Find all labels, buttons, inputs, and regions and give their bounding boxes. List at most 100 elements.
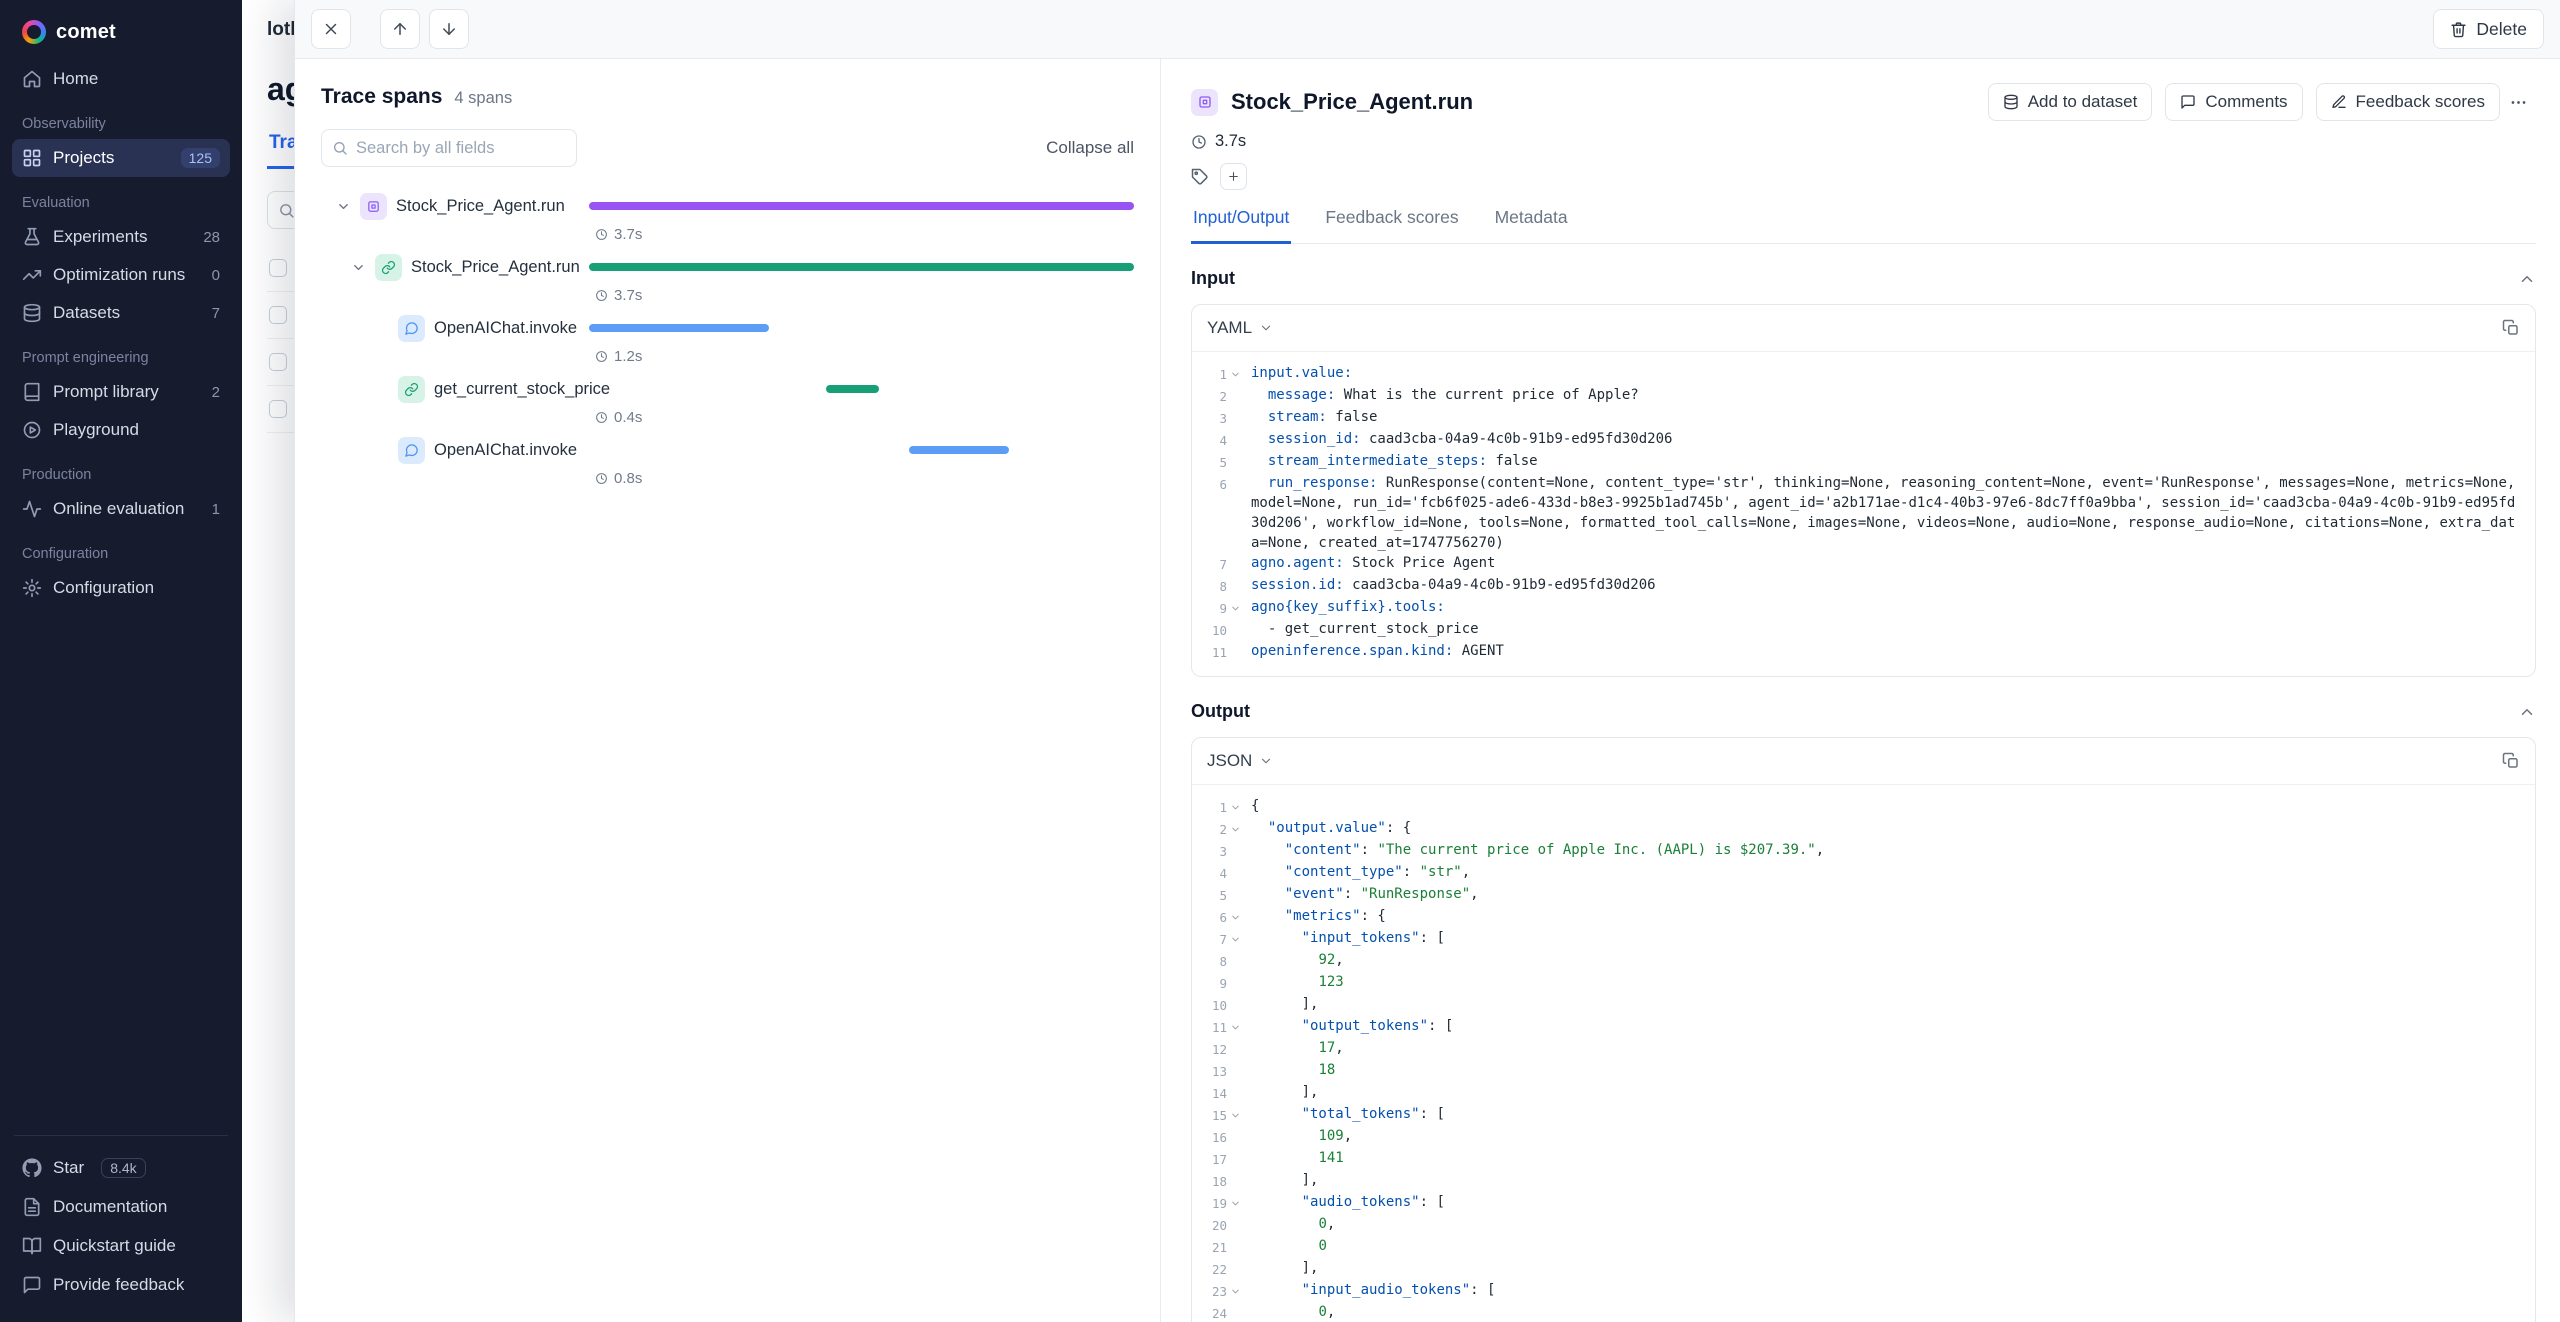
clock-icon [595, 350, 608, 363]
feedback-scores-button[interactable]: Feedback scores [2316, 83, 2500, 121]
sidebar-item-playground[interactable]: Playground [12, 411, 230, 449]
fold-toggle-icon[interactable] [1227, 796, 1244, 818]
add-to-dataset-button[interactable]: Add to dataset [1988, 83, 2153, 121]
line-number: 5 [1205, 884, 1227, 906]
copy-input-button[interactable] [2502, 319, 2520, 337]
tab-feedback-scores[interactable]: Feedback scores [1323, 207, 1460, 244]
sidebar-item-configuration[interactable]: Configuration [12, 569, 230, 607]
chevron-down-icon [1259, 754, 1273, 768]
row-checkbox[interactable] [269, 259, 287, 277]
feedback-icon [22, 1275, 42, 1295]
code-line: 3 "content": "The current price of Apple… [1196, 840, 2521, 862]
sidebar-item-home[interactable]: Home [12, 60, 230, 98]
comments-button[interactable]: Comments [2165, 83, 2302, 121]
fold-toggle-icon[interactable] [1227, 363, 1244, 385]
nav-item-count: 125 [181, 148, 220, 168]
span-row[interactable]: get_current_stock_price0.4s [321, 374, 1134, 435]
line-number: 17 [1205, 1148, 1227, 1170]
row-checkbox[interactable] [269, 353, 287, 371]
copy-icon [2502, 319, 2520, 337]
code-line: 1{ [1196, 796, 2521, 818]
span-row[interactable]: Stock_Price_Agent.run3.7s [321, 252, 1134, 313]
span-row[interactable]: OpenAIChat.invoke 0.8s [321, 435, 1134, 496]
app-root: comet HomeObservabilityProjects125Evalua… [0, 0, 2560, 1322]
tab-metadata[interactable]: Metadata [1493, 207, 1570, 244]
line-number: 18 [1205, 1170, 1227, 1192]
copy-output-button[interactable] [2502, 752, 2520, 770]
next-trace-button[interactable] [429, 9, 469, 49]
add-tag-button[interactable] [1220, 163, 1247, 190]
nav-item-label: Configuration [53, 578, 154, 598]
close-icon [322, 20, 340, 38]
input-format-select[interactable]: YAML [1207, 318, 1273, 338]
trace-spans-panel: Trace spans 4 spans Collapse all Stock_P… [295, 59, 1161, 1322]
link-icon [398, 376, 425, 403]
row-checkbox[interactable] [269, 400, 287, 418]
fold-toggle-icon[interactable] [1227, 1104, 1244, 1126]
span-row[interactable]: Stock_Price_Agent.run3.7s [321, 191, 1134, 252]
line-number: 3 [1205, 840, 1227, 862]
detail-scroll-area: Input YAML [1191, 244, 2536, 1322]
sidebar-item-prompt-library[interactable]: Prompt library2 [12, 373, 230, 411]
comet-logo[interactable]: comet [12, 14, 230, 60]
span-row[interactable]: OpenAIChat.invoke1.2s [321, 313, 1134, 374]
output-format-select[interactable]: JSON [1207, 751, 1273, 771]
chevron-down-icon[interactable] [351, 260, 366, 275]
close-button[interactable] [311, 9, 351, 49]
span-duration: 0.8s [614, 470, 642, 487]
home-icon [22, 69, 42, 89]
span-name: OpenAIChat.invoke [434, 319, 577, 338]
fold-toggle-icon[interactable] [1227, 597, 1244, 619]
sidebar-item-github-star[interactable]: Star8.4k [12, 1148, 230, 1187]
line-number: 5 [1205, 451, 1227, 473]
code-line: 5 stream_intermediate_steps: false [1196, 451, 2521, 473]
output-section: Output JSON [1191, 701, 2536, 1322]
line-number: 22 [1205, 1258, 1227, 1280]
fold-toggle-icon[interactable] [1227, 1192, 1244, 1214]
sidebar-divider [14, 1135, 228, 1136]
collapse-input-button[interactable] [2518, 270, 2536, 288]
chat-icon [398, 315, 425, 342]
span-duration-bar [589, 263, 1134, 271]
nav-item-count: 0 [212, 267, 220, 284]
sidebar-item-documentation[interactable]: Documentation [12, 1187, 230, 1226]
sidebar-item-projects[interactable]: Projects 125 [12, 139, 230, 177]
code-line: 7agno.agent: Stock Price Agent [1196, 553, 2521, 575]
spans-search-input[interactable] [356, 139, 566, 158]
collapse-output-button[interactable] [2518, 703, 2536, 721]
nav-section-label: Configuration [22, 546, 220, 562]
row-checkbox[interactable] [269, 306, 287, 324]
nav-item-label: Projects [53, 148, 114, 168]
sidebar-item-provide-feedback[interactable]: Provide feedback [12, 1265, 230, 1304]
more-actions-button[interactable] [2500, 83, 2536, 121]
configuration-icon [22, 578, 42, 598]
clock-icon [595, 411, 608, 424]
output-code: 1{2 "output.value": {3 "content": "The c… [1192, 785, 2535, 1322]
tab-input-output[interactable]: Input/Output [1191, 207, 1291, 244]
projects-icon [22, 148, 42, 168]
previous-trace-button[interactable] [380, 9, 420, 49]
fold-toggle-icon[interactable] [1227, 818, 1244, 840]
code-line: 12 17, [1196, 1038, 2521, 1060]
span-name: Stock_Price_Agent.run [411, 258, 580, 277]
fold-toggle-icon[interactable] [1227, 1016, 1244, 1038]
sidebar-item-optimization-runs[interactable]: Optimization runs0 [12, 256, 230, 294]
code-line: 14 ], [1196, 1082, 2521, 1104]
fold-toggle-icon[interactable] [1227, 1280, 1244, 1302]
chevron-down-icon[interactable] [336, 199, 351, 214]
collapse-all-button[interactable]: Collapse all [1046, 138, 1134, 158]
span-detail-title: Stock_Price_Agent.run [1231, 89, 1473, 115]
fold-toggle-icon[interactable] [1227, 928, 1244, 950]
delete-button[interactable]: Delete [2433, 9, 2544, 49]
sidebar-item-experiments[interactable]: Experiments28 [12, 218, 230, 256]
span-name: Stock_Price_Agent.run [396, 197, 565, 216]
footer-item-label: Star [53, 1158, 84, 1178]
sidebar-item-quickstart-guide[interactable]: Quickstart guide [12, 1226, 230, 1265]
arrow-down-icon [440, 20, 458, 38]
chevron-down-icon [1259, 321, 1273, 335]
span-name: OpenAIChat.invoke [434, 441, 577, 460]
clock-icon [1191, 134, 1207, 150]
sidebar-item-datasets[interactable]: Datasets7 [12, 294, 230, 332]
sidebar-item-online-evaluation[interactable]: Online evaluation1 [12, 490, 230, 528]
fold-toggle-icon[interactable] [1227, 906, 1244, 928]
